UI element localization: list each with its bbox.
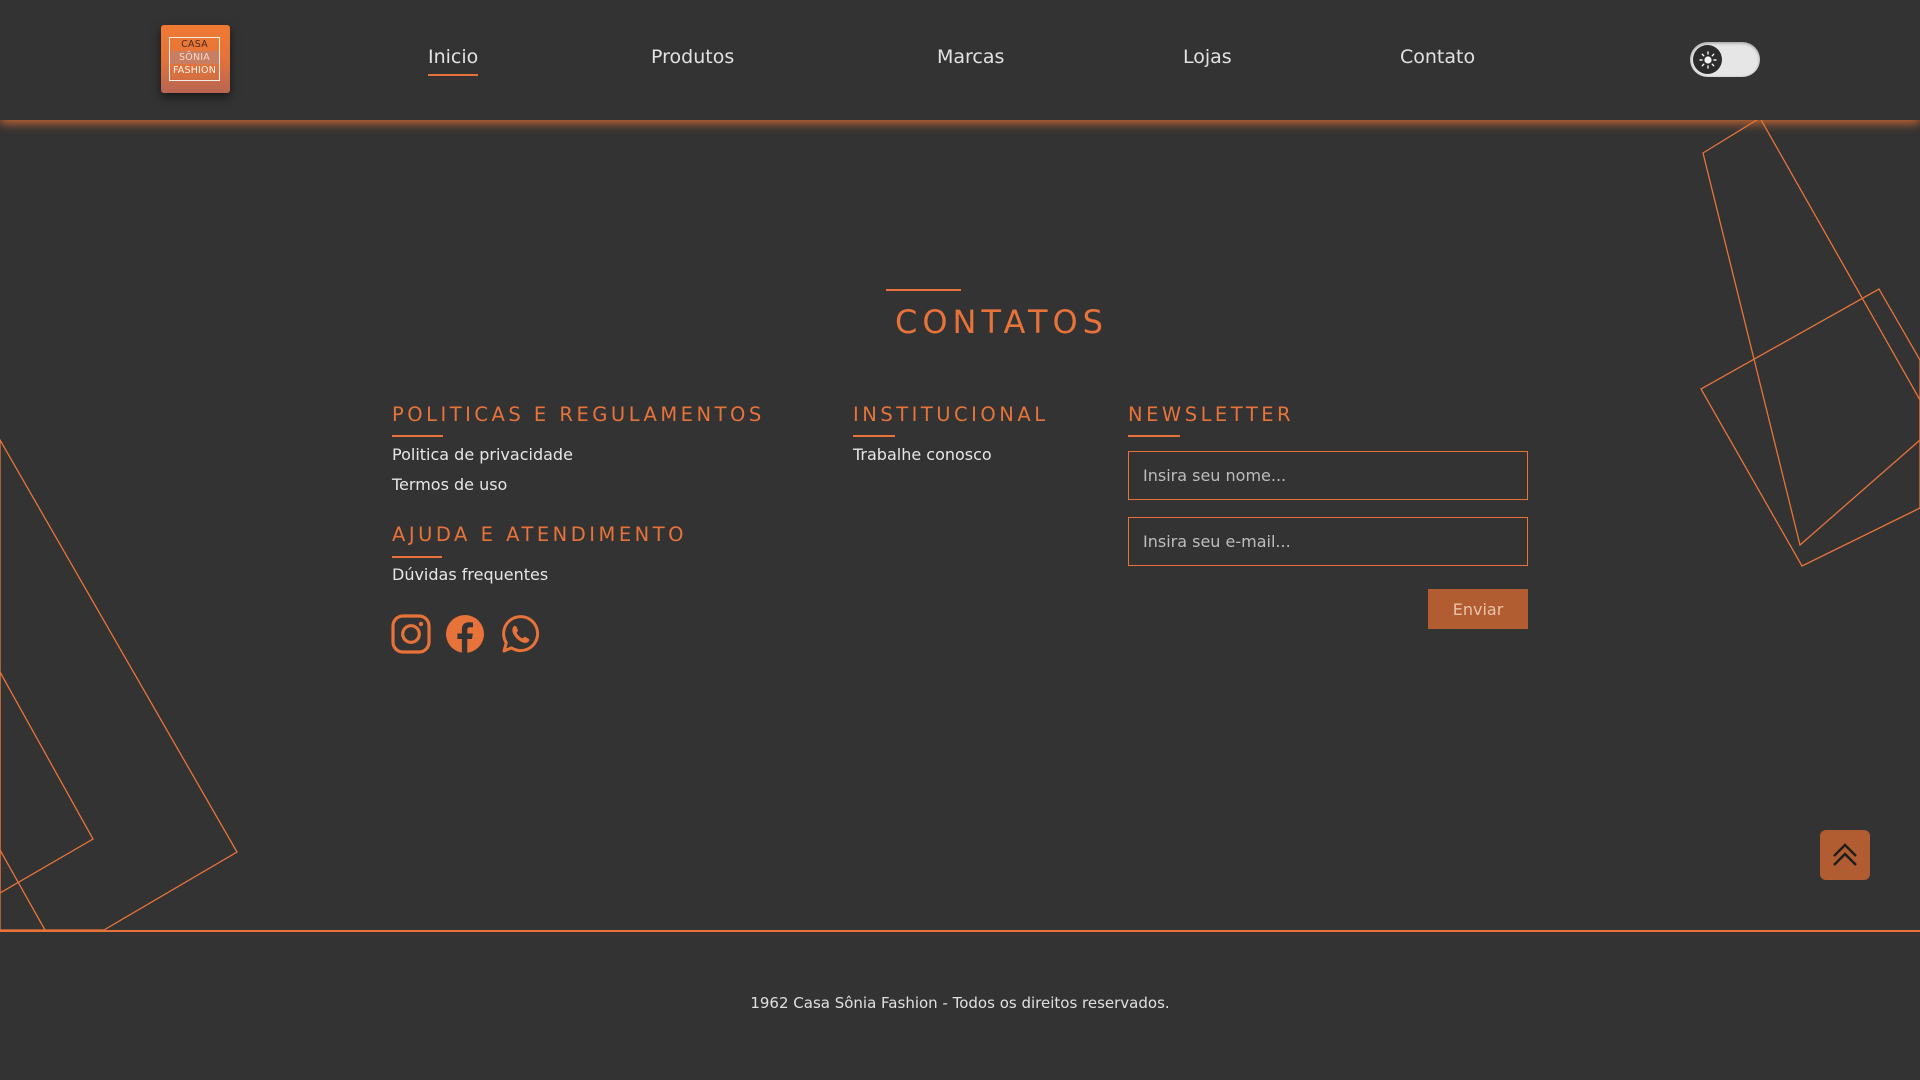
help-underline [392, 556, 442, 558]
nav-inicio[interactable]: Inicio [428, 46, 479, 76]
logo-text-casa: CASA [181, 39, 208, 50]
newsletter-name-input[interactable] [1128, 451, 1528, 500]
deco-shape-left-1 [0, 438, 238, 931]
nav-lojas[interactable]: Lojas [1183, 46, 1232, 68]
footer-divider [0, 930, 1920, 932]
link-faq[interactable]: Dúvidas frequentes [392, 565, 548, 584]
policies-heading: POLITICAS E REGULAMENTOS [392, 403, 765, 426]
theme-toggle[interactable] [1690, 42, 1760, 77]
nav-produtos[interactable]: Produtos [651, 46, 734, 68]
help-heading: AJUDA E ATENDIMENTO [392, 523, 687, 546]
newsletter-submit-button[interactable]: Enviar [1428, 589, 1528, 629]
logo-text-fashion: FASHION [172, 65, 217, 76]
theme-toggle-knob [1693, 45, 1722, 74]
copyright-text: 1962 Casa Sônia Fashion - Todos os direi… [750, 994, 1170, 1012]
sun-icon [1698, 50, 1717, 69]
newsletter-email-input[interactable] [1128, 517, 1528, 566]
facebook-icon[interactable] [445, 614, 485, 654]
brand-logo-frame: CASA SÔNIA FASHION [169, 37, 220, 81]
deco-shape-left-2 [0, 670, 94, 894]
institutional-heading: INSTITUCIONAL [853, 403, 1049, 426]
page-title-accent-line [886, 289, 961, 291]
nav-marcas[interactable]: Marcas [937, 46, 1004, 68]
whatsapp-icon[interactable] [500, 614, 540, 654]
link-work-with-us[interactable]: Trabalhe conosco [853, 445, 992, 464]
double-chevron-up-icon [1833, 843, 1857, 866]
deco-shape-right-1 [1702, 117, 1920, 547]
link-privacy-policy[interactable]: Politica de privacidade [392, 445, 573, 464]
background-decoration [0, 117, 1920, 931]
page-title: CONTATOS [895, 303, 1108, 341]
deco-shape-right-2 [1700, 288, 1920, 567]
nav-contato[interactable]: Contato [1400, 46, 1475, 68]
brand-logo[interactable]: CASA SÔNIA FASHION [161, 25, 230, 93]
scroll-to-top-button[interactable] [1820, 830, 1870, 880]
institutional-underline [853, 435, 895, 437]
link-terms-of-use[interactable]: Termos de uso [392, 475, 507, 494]
newsletter-heading: NEWSLETTER [1128, 403, 1295, 426]
logo-text-sonia: SÔNIA [170, 51, 219, 64]
deco-shape-left-3 [0, 849, 46, 931]
policies-underline [392, 435, 443, 437]
site-header: Inicio Produtos Marcas Lojas Contato [0, 0, 1920, 120]
newsletter-underline [1128, 435, 1180, 437]
instagram-icon[interactable] [391, 614, 431, 654]
